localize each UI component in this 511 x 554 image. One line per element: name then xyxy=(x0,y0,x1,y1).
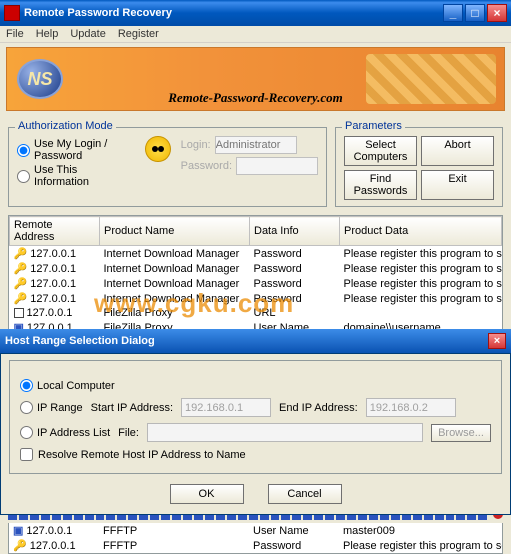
maximize-button[interactable]: □ xyxy=(465,4,485,22)
face-icon xyxy=(145,136,170,162)
file-input xyxy=(147,423,423,442)
window-title: Remote Password Recovery xyxy=(24,7,443,19)
menu-file[interactable]: File xyxy=(6,28,24,40)
table-row[interactable]: 🔑127.0.0.1Internet Download ManagerPassw… xyxy=(10,276,502,291)
logo-icon: NS xyxy=(17,59,63,99)
host-range-dialog: Host Range Selection Dialog × Local Comp… xyxy=(8,329,503,515)
dialog-title: Host Range Selection Dialog xyxy=(5,335,488,347)
col-product-name[interactable]: Product Name xyxy=(100,217,250,246)
menu-update[interactable]: Update xyxy=(70,28,105,40)
col-product-data[interactable]: Product Data xyxy=(340,217,502,246)
minimize-button[interactable]: _ xyxy=(443,4,463,22)
radio-range[interactable] xyxy=(20,401,33,414)
file-label: File: xyxy=(118,427,139,439)
close-button[interactable]: × xyxy=(487,4,507,22)
params-legend: Parameters xyxy=(342,120,405,132)
parameters-group: Parameters Select Computers Abort Find P… xyxy=(335,127,503,207)
ok-button[interactable]: OK xyxy=(170,484,244,504)
key-icon: 🔑 xyxy=(14,278,28,290)
cancel-button[interactable]: Cancel xyxy=(268,484,342,504)
auth-use-my-login[interactable]: Use My Login / Password xyxy=(17,138,135,162)
key-icon: 🔑 xyxy=(14,293,28,305)
col-remote-address[interactable]: Remote Address xyxy=(10,217,100,246)
table-row[interactable]: 🔑127.0.0.1Internet Download ManagerPassw… xyxy=(10,291,502,306)
radio-list[interactable] xyxy=(20,426,33,439)
table-row[interactable]: 🔑127.0.0.1FFFTPPasswordPlease register t… xyxy=(9,538,502,553)
banner: NS Remote-Password-Recovery.com xyxy=(6,47,505,111)
titlebar: Remote Password Recovery _ □ × xyxy=(0,0,511,26)
abort-button[interactable]: Abort xyxy=(421,136,494,166)
square-icon xyxy=(14,308,24,318)
radio-local[interactable] xyxy=(20,379,33,392)
menubar: File Help Update Register xyxy=(0,26,511,43)
login-label: Login: xyxy=(181,139,211,151)
opt-local-computer[interactable]: Local Computer xyxy=(20,379,115,392)
keyboard-graphic xyxy=(366,54,496,104)
table-row[interactable]: 🔑127.0.0.1Internet Download ManagerPassw… xyxy=(10,246,502,262)
radio-use-info[interactable] xyxy=(17,170,30,183)
opt-ip-list[interactable]: IP Address List xyxy=(20,426,110,439)
key-icon: 🔑 xyxy=(14,248,28,260)
app-icon xyxy=(4,5,20,21)
auth-legend: Authorization Mode xyxy=(15,120,116,132)
end-ip-label: End IP Address: xyxy=(279,402,358,414)
results-tail[interactable]: ▣127.0.0.1FFFTPUser Namemaster009🔑127.0.… xyxy=(8,523,503,554)
password-input xyxy=(236,157,318,175)
key-icon: 🔑 xyxy=(13,540,27,552)
computer-icon: ▣ xyxy=(13,525,23,537)
authorization-group: Authorization Mode Use My Login / Passwo… xyxy=(8,127,327,207)
banner-domain: Remote-Password-Recovery.com xyxy=(168,90,343,106)
dialog-close-button[interactable]: × xyxy=(488,333,506,349)
opt-ip-range[interactable]: IP Range xyxy=(20,401,83,414)
start-ip-input xyxy=(181,398,271,417)
start-ip-label: Start IP Address: xyxy=(91,402,173,414)
col-data-info[interactable]: Data Info xyxy=(250,217,340,246)
table-row[interactable]: ▣127.0.0.1FFFTPUser Namemaster009 xyxy=(9,523,502,538)
radio-my-login[interactable] xyxy=(17,144,30,157)
exit-button[interactable]: Exit xyxy=(421,170,494,200)
find-passwords-button[interactable]: Find Passwords xyxy=(344,170,417,200)
browse-button: Browse... xyxy=(431,424,491,442)
table-row[interactable]: 🔑127.0.0.1Internet Download ManagerPassw… xyxy=(10,261,502,276)
menu-register[interactable]: Register xyxy=(118,28,159,40)
select-computers-button[interactable]: Select Computers xyxy=(344,136,417,166)
login-input xyxy=(215,136,297,154)
table-row[interactable]: 127.0.0.1FileZilla ProxyURL xyxy=(10,306,502,320)
resolve-checkbox[interactable] xyxy=(20,448,33,461)
password-label: Password: xyxy=(181,160,232,172)
auth-use-info[interactable]: Use This Information xyxy=(17,164,135,188)
key-icon: 🔑 xyxy=(14,263,28,275)
resolve-label: Resolve Remote Host IP Address to Name xyxy=(38,449,246,461)
menu-help[interactable]: Help xyxy=(36,28,59,40)
end-ip-input xyxy=(366,398,456,417)
